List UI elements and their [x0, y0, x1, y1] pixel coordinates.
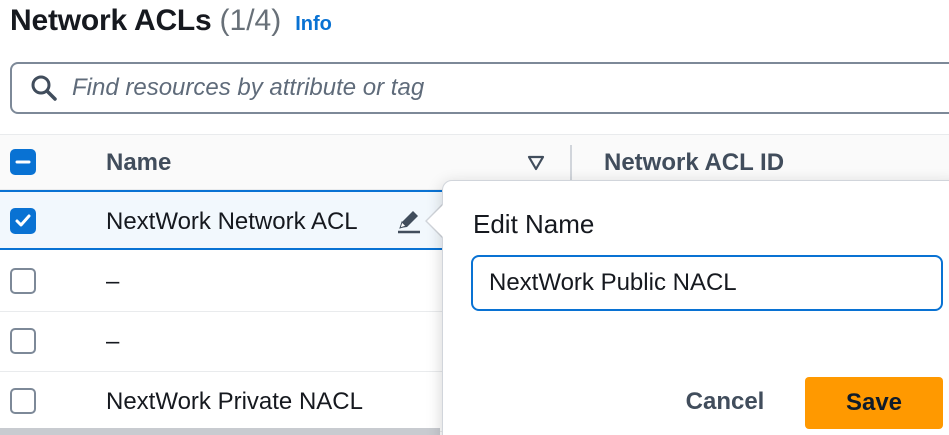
popover-arrow-fill — [427, 205, 443, 237]
select-all-checkbox[interactable] — [10, 149, 36, 175]
horizontal-scrollbar[interactable] — [0, 428, 440, 435]
row-name: NextWork Network ACL — [106, 208, 358, 235]
row-checkbox[interactable] — [10, 388, 36, 414]
selection-count: (1/4) — [219, 4, 282, 37]
row-checkbox[interactable] — [10, 208, 36, 234]
column-header-name[interactable]: Name — [106, 149, 171, 177]
triangle-down-icon[interactable] — [526, 153, 546, 173]
pencil-edit-icon[interactable] — [394, 206, 424, 236]
cancel-button[interactable]: Cancel — [665, 377, 785, 427]
name-input[interactable] — [471, 255, 943, 311]
popover-title: Edit Name — [473, 209, 595, 239]
row-checkbox[interactable] — [10, 268, 36, 294]
minus-icon — [15, 160, 31, 164]
search-icon — [31, 75, 57, 101]
page-title: Network ACLs — [10, 4, 212, 37]
edit-name-popover: Edit Name Cancel Save — [442, 180, 949, 435]
row-name: – — [106, 328, 120, 355]
column-header-network-acl-id[interactable]: Network ACL ID — [604, 149, 784, 177]
page-header: Network ACLs (1/4) Info — [10, 4, 332, 48]
save-button[interactable]: Save — [805, 377, 943, 429]
row-checkbox[interactable] — [10, 328, 36, 354]
row-name: – — [106, 268, 120, 295]
column-resize-handle[interactable] — [570, 145, 572, 181]
search-input[interactable] — [72, 74, 872, 102]
search-bar[interactable] — [10, 62, 949, 114]
check-icon — [15, 214, 31, 227]
info-link[interactable]: Info — [295, 13, 332, 36]
row-name: NextWork Private NACL — [106, 388, 363, 415]
